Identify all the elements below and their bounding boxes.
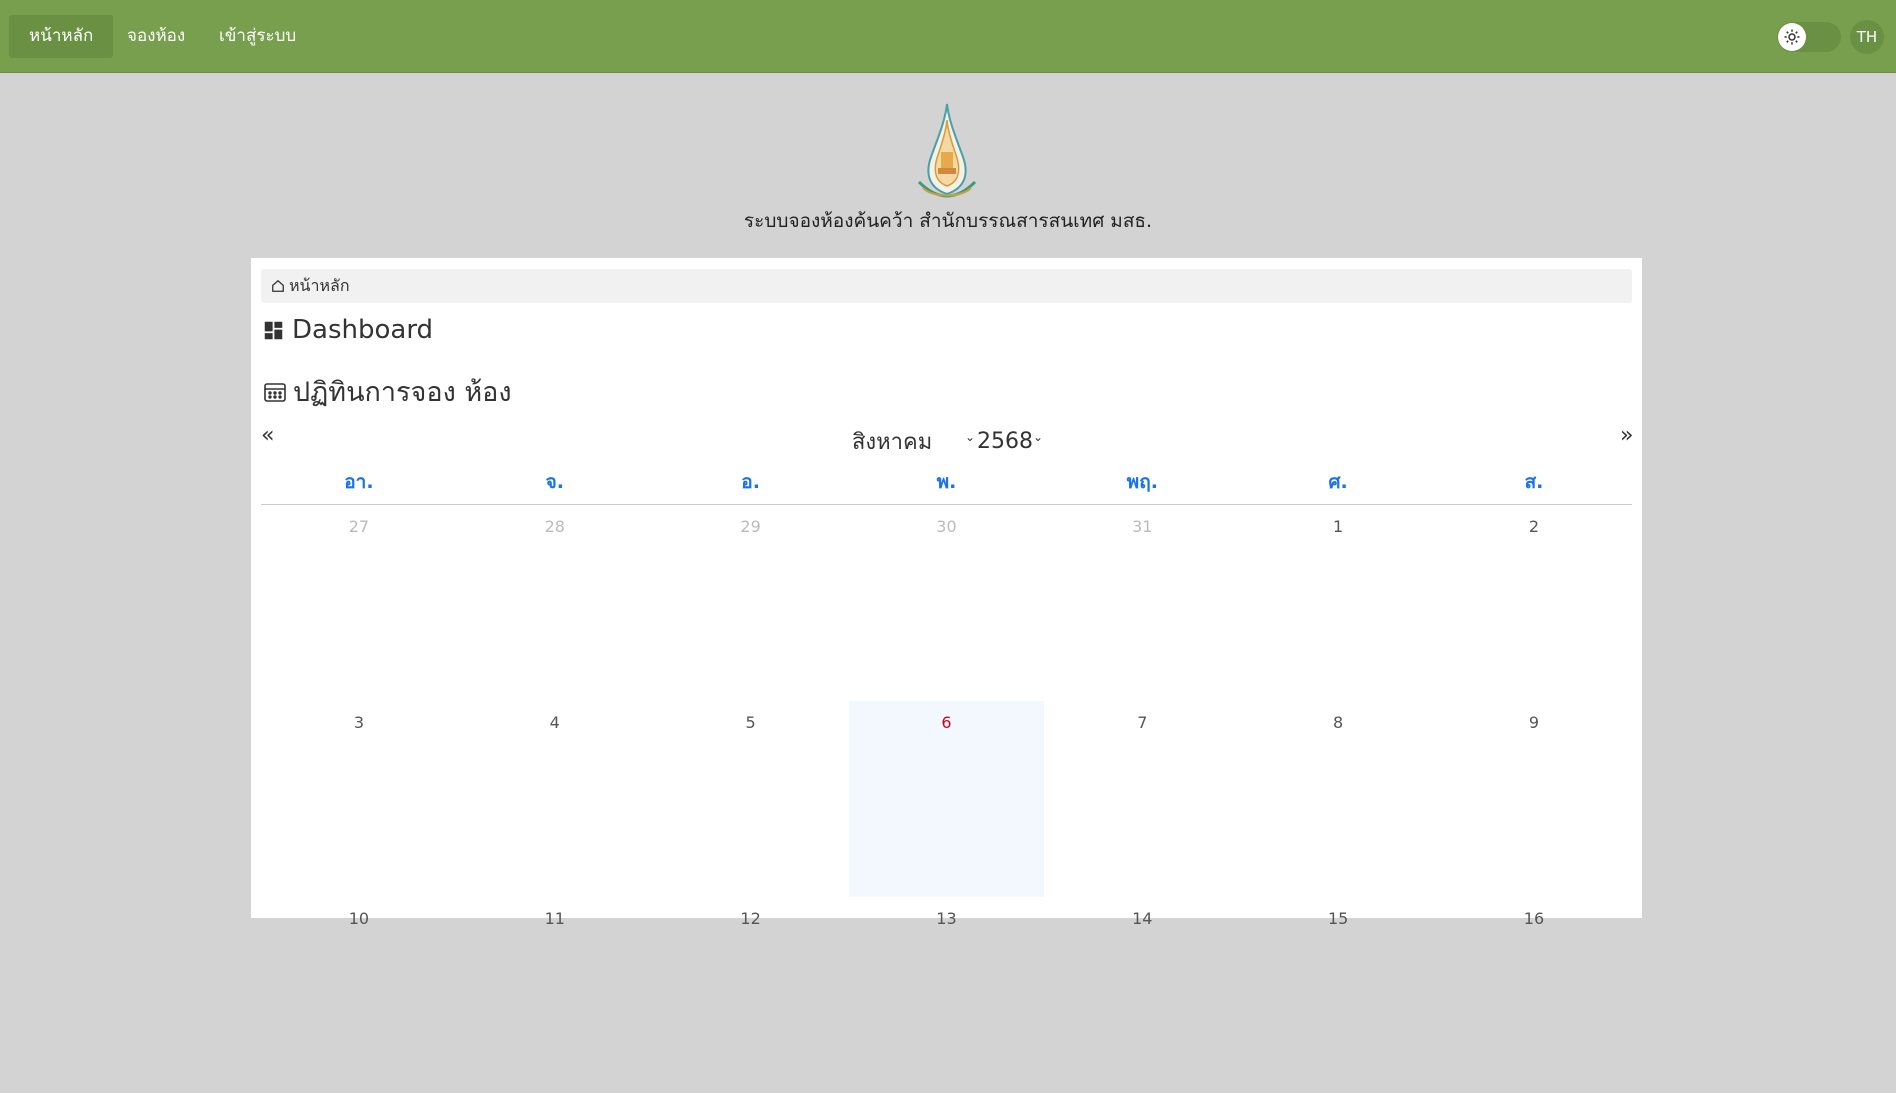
calendar-heading: ปฏิทินการจอง ห้อง xyxy=(263,370,512,413)
calendar-day[interactable]: 2 xyxy=(1436,505,1632,701)
calendar-day[interactable]: 28 xyxy=(457,505,653,701)
dashboard-icon xyxy=(264,321,283,339)
calendar-day[interactable]: 31 xyxy=(1044,505,1240,701)
chevron-down-icon: ⌄ xyxy=(1033,430,1044,444)
dashboard-heading: Dashboard xyxy=(263,315,433,345)
calendar-week: 3 4 5 6 7 8 9 xyxy=(261,701,1632,897)
chevron-down-icon: ⌄ xyxy=(965,430,976,444)
month-select[interactable]: สิงหาคม ⌄ xyxy=(852,426,977,456)
year-select[interactable]: 2568 ⌄ xyxy=(977,426,1043,456)
site-title: ระบบจองห้องค้นคว้า สำนักบรรณสารสนเทศ มสธ… xyxy=(743,210,1153,232)
weekday-label: อา. xyxy=(344,471,374,493)
home-icon xyxy=(272,279,284,292)
language-button[interactable]: TH xyxy=(1850,20,1884,54)
calendar-day-today[interactable]: 6 xyxy=(848,701,1045,897)
nav-book-room[interactable]: จองห้อง xyxy=(107,15,205,58)
calendar-day[interactable]: 29 xyxy=(653,505,849,701)
year-value: 2568 xyxy=(977,428,1033,454)
weekday-label: ส. xyxy=(1524,471,1544,493)
university-logo xyxy=(911,102,983,202)
calendar-icon xyxy=(264,382,286,402)
weekday-label: จ. xyxy=(545,471,564,493)
calendar-day[interactable]: 15 xyxy=(1240,897,1436,1093)
calendar-day[interactable]: 8 xyxy=(1240,701,1436,897)
dashboard-title: Dashboard xyxy=(292,315,434,345)
calendar-day[interactable]: 9 xyxy=(1436,701,1632,897)
theme-toggle[interactable] xyxy=(1777,22,1841,52)
calendar-day[interactable]: 27 xyxy=(261,505,457,701)
calendar-day[interactable]: 7 xyxy=(1044,701,1240,897)
calendar-title: ปฏิทินการจอง ห้อง xyxy=(293,377,512,408)
weekday-label: อ. xyxy=(741,471,760,493)
calendar-week: 27 28 29 30 31 1 2 xyxy=(261,505,1632,701)
nav-login[interactable]: เข้าสู่ระบบ xyxy=(199,15,316,58)
calendar-day[interactable]: 11 xyxy=(457,897,653,1093)
breadcrumb: หน้าหลัก xyxy=(261,269,1632,303)
calendar-day[interactable]: 1 xyxy=(1240,505,1436,701)
breadcrumb-home[interactable]: หน้าหลัก xyxy=(289,274,350,299)
weekday-label: พ. xyxy=(936,471,957,493)
calendar-day[interactable]: 3 xyxy=(261,701,457,897)
sun-icon xyxy=(1778,23,1806,51)
calendar-day[interactable]: 13 xyxy=(849,897,1045,1093)
calendar-day[interactable]: 10 xyxy=(261,897,457,1093)
main-card: หน้าหลัก Dashboard ปฏิทินการจอง ห้อง « »… xyxy=(251,258,1642,928)
prev-month-button[interactable]: « xyxy=(261,423,274,448)
month-value: สิงหาคม xyxy=(852,429,933,455)
calendar-week: 10 11 12 13 14 15 16 xyxy=(261,897,1632,1093)
weekday-label: พฤ. xyxy=(1126,471,1158,493)
next-month-button[interactable]: » xyxy=(1620,423,1633,448)
calendar-day[interactable]: 4 xyxy=(457,701,653,897)
calendar-day[interactable]: 30 xyxy=(849,505,1045,701)
nav-home[interactable]: หน้าหลัก xyxy=(9,15,114,58)
calendar-day[interactable]: 5 xyxy=(653,701,849,897)
weekday-label: ศ. xyxy=(1328,471,1348,493)
calendar-day[interactable]: 16 xyxy=(1436,897,1632,1093)
weekday-header: อา. จ. อ. พ. พฤ. ศ. ส. xyxy=(261,468,1632,505)
top-navbar: หน้าหลัก จองห้อง เข้าสู่ระบบ TH xyxy=(0,0,1896,73)
calendar-day[interactable]: 12 xyxy=(653,897,849,1093)
calendar-grid: 27 28 29 30 31 1 2 3 4 5 6 7 8 9 10 11 1… xyxy=(261,505,1632,1093)
calendar-day[interactable]: 14 xyxy=(1044,897,1240,1093)
